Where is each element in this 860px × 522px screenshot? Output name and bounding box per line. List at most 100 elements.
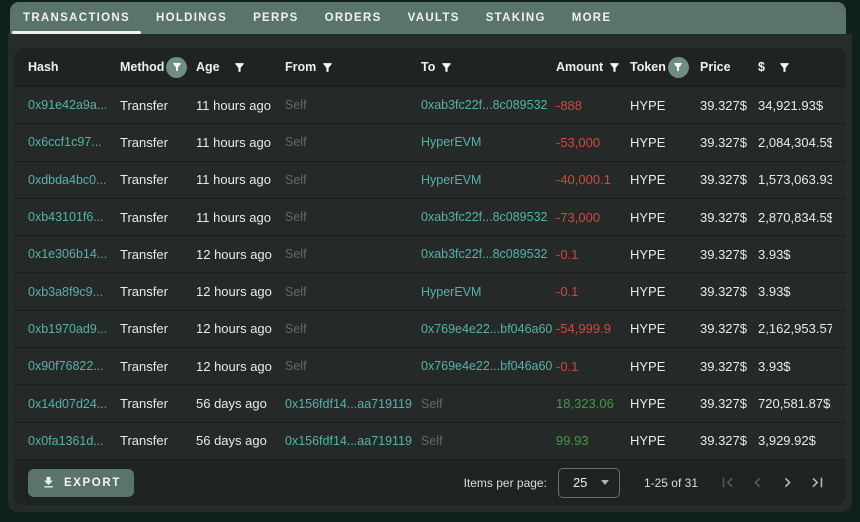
age-cell: 56 days ago [196, 433, 285, 448]
age-cell: 12 hours ago [196, 247, 285, 262]
method-filter-icon[interactable] [166, 57, 187, 78]
prev-page-button[interactable] [742, 468, 772, 498]
tab-staking[interactable]: STAKING [473, 2, 559, 34]
age-cell: 12 hours ago [196, 284, 285, 299]
amount-cell: -54,999.9 [556, 321, 630, 336]
usd-cell: 1,573,063.93$ [758, 172, 832, 187]
to-link[interactable]: Self [421, 434, 556, 448]
from-link[interactable]: Self [285, 173, 421, 187]
page-size-value: 25 [573, 475, 587, 490]
table-row: 0x0fa1361d... Transfer 56 days ago 0x156… [14, 422, 846, 459]
hash-link[interactable]: 0x90f76822... [28, 359, 120, 373]
amount-cell: -73,000 [556, 210, 630, 225]
export-button[interactable]: EXPORT [28, 469, 134, 497]
tab-vaults[interactable]: VAULTS [395, 2, 473, 34]
from-link[interactable]: 0x156fdf14...aa719119 [285, 434, 421, 448]
hash-link[interactable]: 0xdbda4bc0... [28, 173, 120, 187]
col-label: From [285, 60, 316, 74]
price-cell: 39.327$ [700, 284, 758, 299]
page-size-select[interactable]: 25 [558, 468, 620, 498]
hash-link[interactable]: 0xb3a8f9c9... [28, 285, 120, 299]
price-cell: 39.327$ [700, 172, 758, 187]
export-label: EXPORT [64, 477, 121, 489]
col-label: Price [700, 60, 731, 74]
col-label: To [421, 60, 435, 74]
usd-cell: 3,929.92$ [758, 433, 832, 448]
usd-filter-icon[interactable] [778, 61, 791, 74]
col-price: Price [700, 60, 758, 74]
to-link[interactable]: 0xab3fc22f...8c089532 [421, 247, 556, 261]
to-link[interactable]: 0xab3fc22f...8c089532 [421, 98, 556, 112]
from-link[interactable]: Self [285, 359, 421, 373]
hash-link[interactable]: 0x6ccf1c97... [28, 135, 120, 149]
table-body: 0x91e42a9a... Transfer 11 hours ago Self… [14, 86, 846, 459]
last-page-button[interactable] [802, 468, 832, 498]
col-label: Hash [28, 60, 59, 74]
hash-link[interactable]: 0x0fa1361d... [28, 434, 120, 448]
amount-filter-icon[interactable] [608, 61, 621, 74]
table-header: Hash Method Age From To Amount Token Pri… [14, 48, 846, 86]
hash-link[interactable]: 0xb1970ad9... [28, 322, 120, 336]
col-hash: Hash [28, 60, 120, 74]
tab-transactions[interactable]: TRANSACTIONS [10, 2, 143, 34]
amount-cell: -40,000.1 [556, 172, 630, 187]
next-page-button[interactable] [772, 468, 802, 498]
to-link[interactable]: HyperEVM [421, 135, 556, 149]
page-range-label: 1-25 of 31 [644, 476, 698, 490]
hash-link[interactable]: 0xb43101f6... [28, 210, 120, 224]
from-link[interactable]: Self [285, 285, 421, 299]
chevron-right-icon [778, 473, 797, 492]
token-filter-icon[interactable] [668, 57, 689, 78]
to-link[interactable]: 0x769e4e22...bf046a60 [421, 359, 556, 373]
to-link[interactable]: HyperEVM [421, 285, 556, 299]
tab-holdings[interactable]: HOLDINGS [143, 2, 240, 34]
to-link[interactable]: Self [421, 397, 556, 411]
from-link[interactable]: 0x156fdf14...aa719119 [285, 397, 421, 411]
tab-label: TRANSACTIONS [23, 12, 130, 24]
tab-perps[interactable]: PERPS [240, 2, 312, 34]
chevron-down-icon [601, 480, 609, 485]
hash-link[interactable]: 0x91e42a9a... [28, 98, 120, 112]
tab-label: MORE [572, 12, 612, 24]
table-row: 0x91e42a9a... Transfer 11 hours ago Self… [14, 86, 846, 123]
table-row: 0xb43101f6... Transfer 11 hours ago Self… [14, 198, 846, 235]
to-link[interactable]: HyperEVM [421, 173, 556, 187]
method-cell: Transfer [120, 433, 196, 448]
first-page-button[interactable] [712, 468, 742, 498]
table-row: 0x90f76822... Transfer 12 hours ago Self… [14, 347, 846, 384]
table-row: 0x1e306b14... Transfer 12 hours ago Self… [14, 235, 846, 272]
hash-link[interactable]: 0x1e306b14... [28, 247, 120, 261]
method-cell: Transfer [120, 321, 196, 336]
age-cell: 11 hours ago [196, 210, 285, 225]
from-link[interactable]: Self [285, 135, 421, 149]
col-usd: $ [758, 60, 832, 74]
last-page-icon [808, 473, 827, 492]
transactions-table-card: Hash Method Age From To Amount Token Pri… [14, 48, 846, 505]
to-link[interactable]: 0xab3fc22f...8c089532 [421, 210, 556, 224]
token-cell: HYPE [630, 433, 700, 448]
col-token: Token [630, 57, 700, 78]
col-label: Method [120, 60, 164, 74]
amount-cell: -0.1 [556, 359, 630, 374]
to-link[interactable]: 0x769e4e22...bf046a60 [421, 322, 556, 336]
tab-orders[interactable]: ORDERS [312, 2, 395, 34]
amount-cell: -0.1 [556, 284, 630, 299]
from-link[interactable]: Self [285, 322, 421, 336]
price-cell: 39.327$ [700, 98, 758, 113]
from-link[interactable]: Self [285, 210, 421, 224]
hash-link[interactable]: 0x14d07d24... [28, 397, 120, 411]
from-filter-icon[interactable] [321, 61, 334, 74]
to-filter-icon[interactable] [440, 61, 453, 74]
col-label: Age [196, 60, 220, 74]
tab-more[interactable]: MORE [559, 2, 625, 34]
age-filter-icon[interactable] [233, 61, 246, 74]
method-cell: Transfer [120, 396, 196, 411]
from-link[interactable]: Self [285, 247, 421, 261]
from-link[interactable]: Self [285, 98, 421, 112]
usd-cell: 720,581.87$ [758, 396, 832, 411]
token-cell: HYPE [630, 321, 700, 336]
price-cell: 39.327$ [700, 210, 758, 225]
table-row: 0x14d07d24... Transfer 56 days ago 0x156… [14, 384, 846, 421]
price-cell: 39.327$ [700, 433, 758, 448]
col-label: $ [758, 60, 765, 74]
